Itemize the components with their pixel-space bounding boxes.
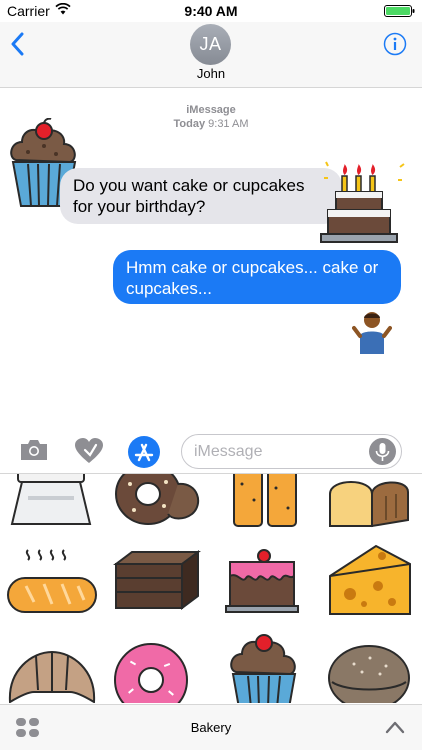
microphone-button[interactable] <box>369 438 396 465</box>
cheese-sticker[interactable] <box>326 542 414 620</box>
shrug-person-sticker[interactable] <box>352 310 392 354</box>
birthday-cake-sticker[interactable] <box>318 158 408 248</box>
microphone-icon <box>375 443 390 461</box>
biscuit-stack-sticker[interactable] <box>230 473 300 530</box>
sticker-pack-name: Bakery <box>190 720 232 735</box>
flour-sack-sticker[interactable] <box>8 473 94 530</box>
cupcake-drawer-sticker[interactable] <box>228 630 300 703</box>
cake-slice-sticker[interactable] <box>224 548 300 614</box>
contact-avatar[interactable]: JA <box>190 24 231 65</box>
sticker-pack-bar: Bakery <box>0 704 422 750</box>
time-label: 9:31 AM <box>208 118 249 130</box>
croissant-sticker[interactable] <box>6 646 98 703</box>
baguette-sticker[interactable] <box>6 548 98 616</box>
info-icon[interactable] <box>383 32 407 56</box>
bagel-sticker[interactable] <box>112 473 208 528</box>
message-input[interactable] <box>194 441 364 463</box>
brownie-sticker[interactable] <box>112 550 202 612</box>
service-label: iMessage <box>186 104 236 116</box>
message-input-bar <box>0 431 422 473</box>
sticker-drawer <box>0 473 422 703</box>
contact-name[interactable]: John <box>0 66 422 81</box>
battery-icon <box>384 5 415 17</box>
expand-chevron-up-icon[interactable] <box>385 720 405 734</box>
bread-loaf-sticker[interactable] <box>326 473 412 530</box>
outgoing-message-bubble[interactable]: Hmm cake or cupcakes... cake or cupcakes… <box>113 250 401 304</box>
bun-sticker[interactable] <box>326 642 412 703</box>
back-chevron-icon[interactable] <box>10 32 24 56</box>
digital-touch-heart-icon[interactable] <box>74 437 104 465</box>
conversation-header: JA John <box>0 22 422 88</box>
message-field[interactable] <box>181 434 402 469</box>
incoming-message-bubble[interactable]: Do you want cake or cupcakes for your bi… <box>60 168 342 224</box>
camera-icon[interactable] <box>19 437 49 463</box>
donut-sticker[interactable] <box>112 642 190 703</box>
app-store-icon[interactable] <box>127 435 161 469</box>
status-bar: Carrier 9:40 AM <box>0 0 422 22</box>
status-time: 9:40 AM <box>184 3 238 19</box>
day-label: Today <box>173 118 206 130</box>
